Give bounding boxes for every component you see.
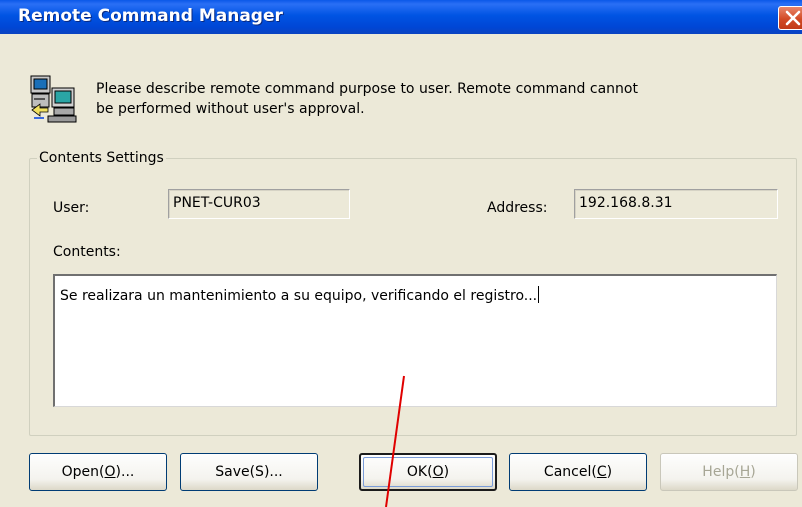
annotation-line — [385, 375, 405, 507]
